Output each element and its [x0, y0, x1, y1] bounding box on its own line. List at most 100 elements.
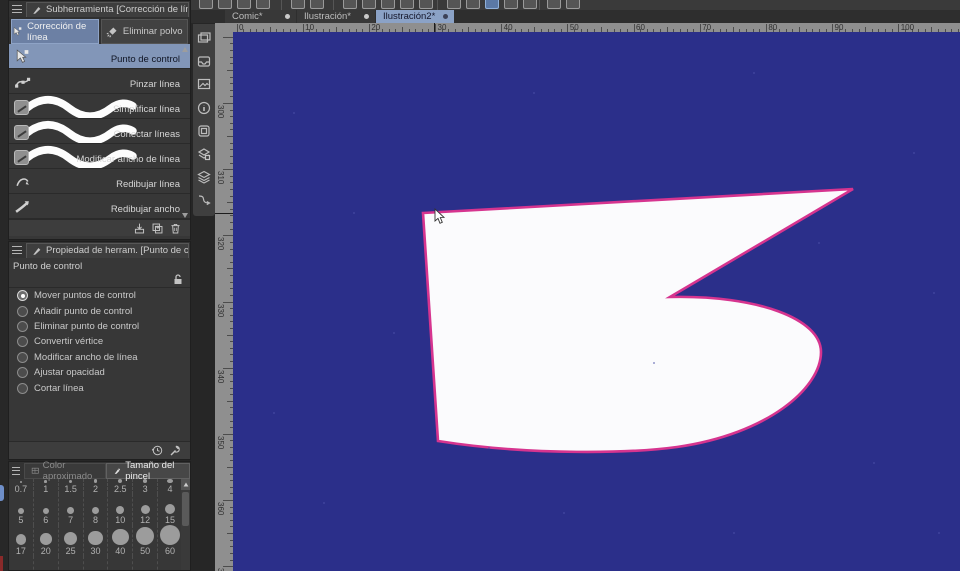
brush-size-cell[interactable]: 5: [9, 494, 34, 525]
brush-size-cell[interactable]: [158, 556, 181, 570]
toolbar-icon[interactable]: [566, 0, 580, 9]
mode-option[interactable]: Ajustar opacidad: [9, 365, 190, 380]
subtool-tab[interactable]: Eliminar polvo: [100, 19, 188, 44]
image-icon[interactable]: [196, 76, 212, 92]
toolbar-icon[interactable]: [485, 0, 499, 9]
subtool-item[interactable]: Simplificar línea: [9, 94, 190, 119]
brush-size-cell[interactable]: [133, 556, 159, 570]
stroke-path-icon[interactable]: [196, 192, 212, 208]
brush-scrollbar[interactable]: [181, 479, 190, 570]
scroll-up[interactable]: [181, 479, 190, 490]
toolbar-icon[interactable]: [237, 0, 251, 9]
brush-size-cell[interactable]: 1.5: [59, 479, 84, 494]
panel-menu-icon[interactable]: [12, 466, 20, 475]
toolbar-icon[interactable]: [400, 0, 414, 9]
subtool-item[interactable]: Conectar líneas: [9, 119, 190, 144]
scroll-up[interactable]: [182, 47, 189, 52]
document-tab[interactable]: Ilustración*: [297, 10, 375, 23]
subtool-item[interactable]: Redibujar línea: [9, 169, 190, 194]
brush-size-cell[interactable]: 0.7: [9, 479, 34, 494]
tool-property-titlebar[interactable]: Propiedad de herram. [Punto de control]: [9, 242, 190, 258]
toolbar-icon[interactable]: [381, 0, 395, 9]
mode-option[interactable]: Mover puntos de control: [9, 288, 190, 303]
toolbar-icon[interactable]: [447, 0, 461, 9]
document-tab[interactable]: Comic*: [225, 10, 296, 23]
layer-search-icon[interactable]: [196, 146, 212, 162]
toolbar-icon[interactable]: [343, 0, 357, 9]
brush-size-cell[interactable]: 12: [133, 494, 159, 525]
toolbar-icon[interactable]: [523, 0, 537, 9]
brush-size-cell[interactable]: 2: [84, 479, 109, 494]
radio-icon[interactable]: [17, 367, 28, 379]
mode-option[interactable]: Añadir punto de control: [9, 303, 190, 318]
toolbar-icon[interactable]: [466, 0, 480, 9]
import-icon[interactable]: [133, 222, 146, 235]
toolbar-icon[interactable]: [419, 0, 433, 9]
toolbar-icon[interactable]: [218, 0, 232, 9]
subtool-tab[interactable]: Corrección de línea: [11, 19, 99, 44]
subtool-item[interactable]: Punto de control: [9, 44, 190, 69]
toolbar-icon[interactable]: [362, 0, 376, 9]
tab-brush-size[interactable]: Tamaño del pincel: [106, 460, 190, 482]
radio-icon[interactable]: [17, 336, 28, 348]
trash-icon[interactable]: [169, 222, 182, 235]
toolbar-icon[interactable]: [199, 0, 213, 9]
brush-size-cell[interactable]: 8: [84, 494, 109, 525]
brush-size-cell[interactable]: [84, 556, 109, 570]
scroll-down[interactable]: [182, 213, 189, 218]
brush-size-cell[interactable]: 3: [133, 479, 159, 494]
tab-status-dot-icon[interactable]: [285, 14, 290, 19]
tab-status-dot-icon[interactable]: [443, 14, 448, 19]
document-tab[interactable]: Ilustración2*: [376, 10, 454, 23]
vector-shape[interactable]: [233, 32, 960, 571]
brush-size-cell[interactable]: 20: [34, 525, 59, 556]
mode-option[interactable]: Cortar línea: [9, 380, 190, 395]
radio-icon[interactable]: [17, 305, 28, 317]
brush-size-cell[interactable]: [59, 556, 84, 570]
tab-approx-color[interactable]: Color aproximado: [23, 460, 107, 482]
brush-size-cell[interactable]: 30: [84, 525, 109, 556]
toolbar-icon[interactable]: [547, 0, 561, 9]
brush-size-cell[interactable]: [108, 556, 134, 570]
toolbar-icon[interactable]: [504, 0, 518, 9]
brush-size-cell[interactable]: 1: [34, 479, 59, 494]
info-icon[interactable]: [196, 100, 212, 116]
brush-size-cell[interactable]: 25: [59, 525, 84, 556]
toolbar-icon[interactable]: [310, 0, 324, 9]
brush-size-cell[interactable]: 7: [59, 494, 84, 525]
mode-option[interactable]: Convertir vértice: [9, 334, 190, 349]
scroll-thumb[interactable]: [182, 492, 189, 526]
brush-size-cell[interactable]: 60: [158, 525, 181, 556]
panel-menu-icon[interactable]: [12, 246, 22, 254]
subtool-item[interactable]: Pinzar línea: [9, 69, 190, 94]
layers-icon[interactable]: [196, 169, 212, 185]
history-icon[interactable]: [151, 444, 164, 457]
brush-size-cell[interactable]: 4: [158, 479, 181, 494]
lock-icon[interactable]: [172, 273, 184, 285]
brush-size-cell[interactable]: 10: [108, 494, 134, 525]
brush-size-cell[interactable]: 17: [9, 525, 34, 556]
brush-size-cell[interactable]: [9, 556, 34, 570]
radio-icon[interactable]: [17, 290, 28, 302]
radio-icon[interactable]: [17, 320, 28, 332]
tab-status-dot-icon[interactable]: [364, 14, 369, 19]
brush-size-cell[interactable]: [34, 556, 59, 570]
brush-size-cell[interactable]: 50: [133, 525, 159, 556]
subtool-item[interactable]: Modificar ancho de línea: [9, 144, 190, 169]
wrench-icon[interactable]: [169, 444, 182, 457]
mode-option[interactable]: Modificar ancho de línea: [9, 350, 190, 365]
layer-property-icon[interactable]: [196, 123, 212, 139]
tray-icon[interactable]: [196, 53, 212, 69]
radio-icon[interactable]: [17, 351, 28, 363]
brush-size-cell[interactable]: 6: [34, 494, 59, 525]
mode-option[interactable]: Eliminar punto de control: [9, 319, 190, 334]
subtool-item[interactable]: Redibujar ancho: [9, 194, 190, 219]
subview-icon[interactable]: [196, 30, 212, 46]
canvas[interactable]: [233, 32, 960, 571]
brush-size-cell[interactable]: 2.5: [108, 479, 134, 494]
brush-size-cell[interactable]: 15: [158, 494, 181, 525]
subtool-titlebar[interactable]: Subherramienta [Corrección de línea]: [9, 1, 190, 17]
panel-menu-icon[interactable]: [12, 5, 22, 13]
toolbar-icon[interactable]: [291, 0, 305, 9]
duplicate-icon[interactable]: [151, 222, 164, 235]
